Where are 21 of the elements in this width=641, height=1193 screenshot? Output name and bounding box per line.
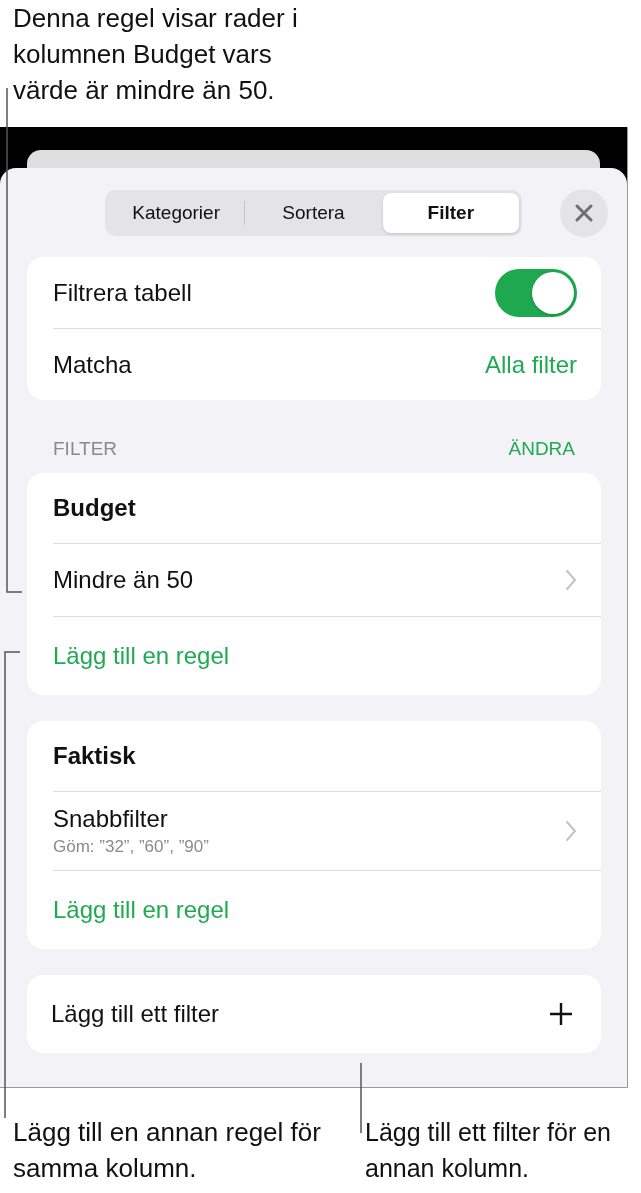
toggle-switch[interactable] (495, 268, 577, 317)
callout-text: Denna regel visar rader i kolumnen Budget vars värde är mindre än 50. (13, 2, 299, 107)
close-button[interactable] (560, 189, 608, 237)
tab[interactable]: Kategorier (108, 193, 245, 233)
tab[interactable]: Filter (382, 193, 519, 233)
close-icon (575, 204, 593, 222)
column-name: Budget (53, 494, 136, 522)
callout-text: Lägg till en annan regel för samma kolumn. (13, 1116, 322, 1185)
column-name: Faktisk (53, 742, 136, 770)
plus-icon (549, 1002, 573, 1026)
leader-line (360, 1062, 362, 1134)
add-filter-button[interactable]: Lägg till ett filter (27, 975, 601, 1053)
rule-row[interactable]: Mindre än 50 (53, 566, 577, 594)
section-header: FILTER (53, 438, 118, 460)
row-label: Matcha (53, 350, 132, 379)
callout-text: Lägg till ett filter för en annan kolumn. (365, 1117, 612, 1184)
row-label: Filtrera tabell (53, 278, 192, 307)
chevron-icon (565, 569, 577, 591)
rule-row[interactable]: Snabbfilter Göm: ”32”, ”60”, ”90” (53, 805, 577, 857)
tab[interactable]: Sortera (245, 193, 382, 233)
chevron-icon (565, 820, 577, 842)
